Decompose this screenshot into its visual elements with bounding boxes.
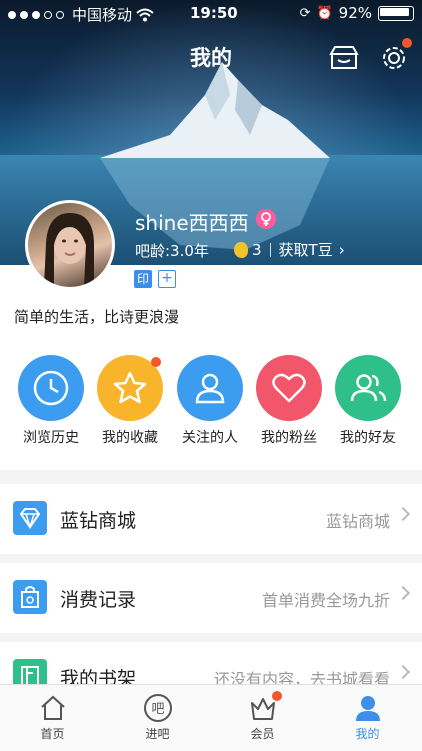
crown-icon bbox=[248, 691, 282, 723]
settings-button[interactable] bbox=[378, 38, 412, 74]
female-gender-icon bbox=[256, 209, 276, 229]
friends-icon bbox=[335, 355, 401, 421]
tab-label: 我的 bbox=[355, 727, 380, 741]
menu-title: 消费记录 bbox=[60, 589, 137, 611]
bean-count: 3 bbox=[252, 240, 262, 259]
tab-enter-ba[interactable]: 吧 进吧 bbox=[105, 685, 210, 751]
forum-age: 吧龄:3.0年 bbox=[135, 242, 209, 260]
notification-dot bbox=[402, 38, 412, 48]
quick-item-favorites[interactable]: 我的收藏 bbox=[90, 355, 170, 447]
chevron-right-icon bbox=[395, 664, 411, 680]
shopping-bag-icon bbox=[13, 580, 47, 614]
quick-label: 我的好友 bbox=[340, 430, 396, 446]
chevron-right-icon: › bbox=[338, 240, 345, 259]
profile-icon bbox=[353, 693, 383, 723]
chevron-right-icon bbox=[395, 585, 411, 601]
quick-label: 浏览历史 bbox=[23, 430, 79, 446]
star-icon bbox=[97, 355, 163, 421]
bio-text: 简单的生活，比诗更浪漫 bbox=[14, 308, 180, 326]
carrier-name: 中国移动 bbox=[72, 6, 133, 24]
tab-label: 进吧 bbox=[145, 727, 170, 741]
person-icon bbox=[177, 355, 243, 421]
notification-dot bbox=[271, 691, 282, 701]
notification-dot bbox=[151, 357, 161, 367]
badge-row: 印 + bbox=[134, 270, 176, 288]
menu-detail: 首单消费全场九折 bbox=[261, 591, 390, 610]
alarm-icon: ⏰ bbox=[316, 5, 333, 21]
tab-home[interactable]: 首页 bbox=[0, 685, 105, 751]
menu-row-diamond-mall[interactable]: 蓝钻商城 蓝钻商城 bbox=[0, 484, 422, 554]
signal-dot bbox=[8, 10, 16, 19]
menu-detail: 蓝钻商城 bbox=[325, 512, 390, 531]
signal-dot bbox=[56, 10, 64, 19]
bean-icon bbox=[234, 241, 248, 258]
tab-member[interactable]: 会员 bbox=[210, 685, 315, 751]
signal-dot bbox=[44, 10, 52, 19]
avatar-photo bbox=[44, 213, 94, 287]
clock-icon bbox=[18, 355, 84, 421]
quick-item-history[interactable]: 浏览历史 bbox=[11, 355, 91, 447]
add-badge-button[interactable]: + bbox=[158, 270, 176, 288]
svg-text:吧: 吧 bbox=[151, 702, 164, 717]
heart-icon bbox=[256, 355, 322, 421]
get-beans-link[interactable]: 获取T豆 bbox=[279, 239, 333, 260]
quick-label: 关注的人 bbox=[182, 430, 238, 446]
tab-label: 首页 bbox=[40, 727, 65, 741]
wifi-icon bbox=[136, 8, 154, 21]
tab-mine[interactable]: 我的 bbox=[315, 685, 420, 751]
t-beans-row[interactable]: 3 获取T豆 › bbox=[234, 239, 345, 260]
chevron-right-icon bbox=[395, 506, 411, 522]
signal-dot bbox=[32, 10, 40, 19]
store-button[interactable] bbox=[328, 42, 360, 74]
store-icon bbox=[329, 46, 359, 69]
tab-label: 会员 bbox=[250, 727, 275, 741]
lock-rotation-icon: ⟳ bbox=[299, 5, 311, 21]
menu-title: 蓝钻商城 bbox=[60, 510, 137, 532]
home-icon bbox=[38, 693, 68, 723]
diamond-icon bbox=[13, 501, 47, 535]
tab-bar: 首页 吧 进吧 会员 我的 bbox=[0, 684, 422, 751]
quick-item-following[interactable]: 关注的人 bbox=[170, 355, 250, 447]
print-badge[interactable]: 印 bbox=[134, 270, 152, 288]
divider bbox=[269, 242, 271, 257]
menu-row-purchase-history[interactable]: 消费记录 首单消费全场九折 bbox=[0, 563, 422, 633]
signal-dot bbox=[20, 10, 28, 19]
quick-label: 我的收藏 bbox=[102, 430, 158, 446]
ba-icon: 吧 bbox=[143, 693, 173, 723]
battery-percent: 92% bbox=[338, 4, 372, 22]
avatar[interactable] bbox=[25, 200, 115, 290]
quick-item-fans[interactable]: 我的粉丝 bbox=[249, 355, 329, 447]
status-time: 19:50 bbox=[190, 4, 238, 22]
quick-actions: 浏览历史 我的收藏 关注的人 我的粉丝 我的好友 bbox=[0, 355, 422, 455]
status-bar: 中国移动 19:50 ⟳ ⏰ 92% bbox=[0, 0, 422, 28]
username: shine西西西 bbox=[135, 211, 249, 235]
quick-item-friends[interactable]: 我的好友 bbox=[328, 355, 408, 447]
battery-icon bbox=[378, 5, 414, 21]
quick-label: 我的粉丝 bbox=[261, 430, 317, 446]
